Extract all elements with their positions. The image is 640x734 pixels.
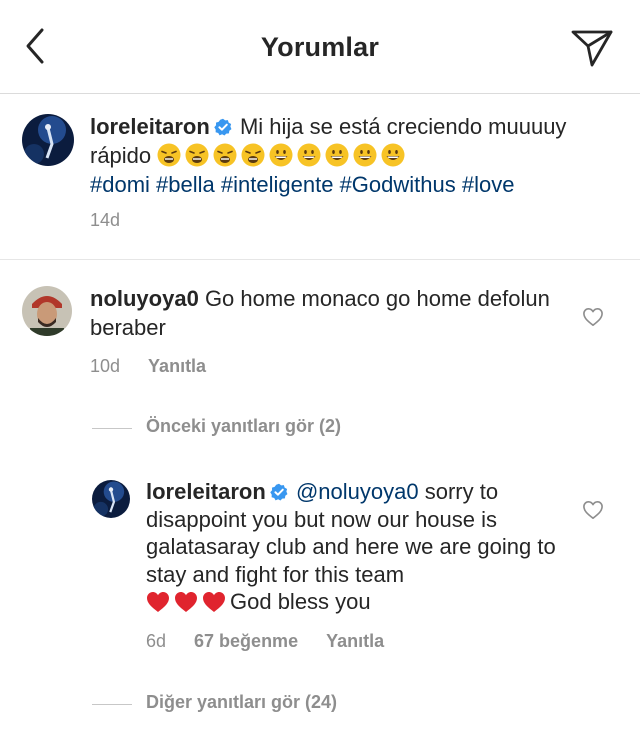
reply-meta: 6d 67 beğenme Yanıtla [146,631,412,652]
reply-username[interactable]: loreleitaron [146,479,266,504]
reply-text: loreleitaron @noluyoya0 sorry to disappo… [146,478,566,616]
paper-plane-icon[interactable] [570,28,614,68]
red-heart-icon [146,591,170,613]
view-previous-replies-label[interactable]: Önceki yanıtları gör (2) [146,416,341,437]
weary-face-icon [157,143,181,167]
caption-text: loreleitaron Mi hija se está creciendo m… [90,112,610,199]
smiley-face-icon [353,143,377,167]
post-caption: loreleitaron Mi hija se está creciendo m… [0,94,640,260]
comment-username[interactable]: noluyoya0 [90,286,199,311]
emoji-group [157,143,409,168]
divider [92,428,132,429]
view-more-replies-label[interactable]: Diğer yanıtları gör (24) [146,692,337,713]
red-heart-icon [202,591,226,613]
comment-text: noluyoya0 Go home monaco go home defolun… [90,284,560,342]
comment-meta: 10d Yanıtla [90,356,234,377]
timestamp: 14d [90,210,121,230]
hashtag-link[interactable]: #domi [90,172,150,197]
hashtag-link[interactable]: #inteligente [221,172,334,197]
reply-button[interactable]: Yanıtla [326,631,384,651]
top-bar: Yorumlar [0,0,640,94]
weary-face-icon [241,143,265,167]
avatar[interactable] [92,480,130,518]
mention-link[interactable]: @noluyoya0 [296,479,419,504]
hashtag-link[interactable]: #Godwithus [340,172,456,197]
likes-count[interactable]: 67 beğenme [194,631,298,651]
reply-button[interactable]: Yanıtla [148,356,206,376]
hashtag-link[interactable]: #love [462,172,515,197]
timestamp: 10d [90,356,121,376]
page-title: Yorumlar [260,32,380,62]
weary-face-icon [185,143,209,167]
smiley-face-icon [325,143,349,167]
red-heart-icon [174,591,198,613]
avatar[interactable] [22,114,74,166]
smiley-face-icon [381,143,405,167]
like-heart-icon[interactable] [582,500,604,520]
like-heart-icon[interactable] [582,307,604,327]
smiley-face-icon [297,143,321,167]
divider [92,704,132,705]
avatar[interactable] [22,286,72,336]
timestamp: 6d [146,631,167,651]
hashtag-link[interactable]: #bella [156,172,215,197]
weary-face-icon [213,143,237,167]
smiley-face-icon [269,143,293,167]
reply-suffix: God bless you [230,589,371,614]
caption-meta: 14d [90,210,148,231]
verified-badge-icon [270,483,288,501]
verified-badge-icon [214,118,232,136]
caption-username[interactable]: loreleitaron [90,114,210,139]
